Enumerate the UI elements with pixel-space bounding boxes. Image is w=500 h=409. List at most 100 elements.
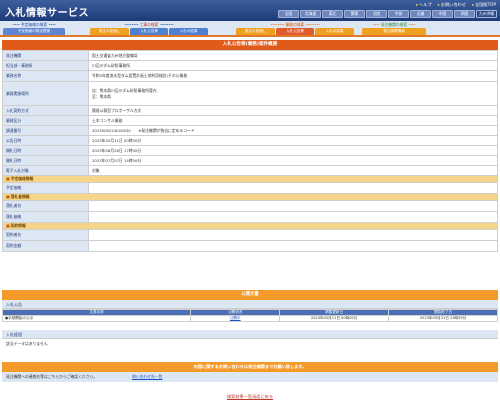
row-label: 落札価格	[2, 211, 89, 223]
table-row: 落札者名	[2, 200, 498, 212]
tab-koji-kekka[interactable]: 入札の結果	[169, 28, 208, 35]
nav-group-hacchu-kikan: •••• 発注機関の検索 •••• 発注機関情報	[362, 21, 426, 36]
tab-yotei-konkyo[interactable]: 予定価格の算定根拠	[3, 28, 65, 35]
nav-group-gyomu: •••••••• 業務の検索 •••••••• 発注の見通し 入札公告等 入札の…	[236, 21, 354, 36]
utility-links: ヘルプ お問い合わせ 全国版TOP	[416, 2, 496, 8]
row-value: 2023年05月11日 00時00分	[88, 135, 498, 146]
row-label: 電子入札対象	[2, 165, 89, 176]
panel-title: 入札公告等(業務)案件概要	[2, 40, 498, 50]
row-label: 契約金額	[2, 240, 89, 252]
tab-gyomu-mitoshi[interactable]: 発注の見通し	[236, 28, 275, 35]
row-label: 業務区分	[2, 115, 89, 126]
row-value: 令和5年度流水型ダム設置計画土地利用検討(その2)業務	[88, 70, 498, 82]
contact-link[interactable]: お問い合わせ	[438, 2, 466, 8]
region-tab-shikoku[interactable]: 四国	[454, 10, 475, 18]
table-row: 業務実施場所 自：熊本県川辺川ダム砂防事務所管内 至：熊本県	[2, 81, 498, 106]
nav-group-label: 業務の検索	[285, 22, 305, 27]
row-value	[88, 211, 498, 223]
row-label: 開札日時	[2, 145, 89, 156]
row-value	[88, 182, 498, 194]
doc-status-link[interactable]: 公開中	[230, 316, 241, 320]
row-label: 調達番号	[2, 125, 89, 136]
section-header-rakusatsu: 落札者情報	[2, 193, 498, 201]
row-value: 2023年06月26日 17時00分	[88, 145, 498, 156]
docs-title: 公開文書	[2, 290, 498, 300]
tab-koji-mitoshi[interactable]: 発注の見通し	[90, 28, 129, 35]
region-tab-hokuriku[interactable]: 北陸	[366, 10, 387, 18]
help-link[interactable]: ヘルプ	[416, 2, 432, 8]
back-to-results-link[interactable]: 検索結果一覧画面に戻る	[0, 394, 500, 400]
nav-group-yotei: •••• 予定価格の検索 •••• 予定価格の算定根拠	[3, 21, 65, 36]
region-tab-chubu[interactable]: 中部	[388, 10, 409, 18]
nav-group-label: 工事の検索	[139, 22, 159, 27]
main-navigation: •••• 予定価格の検索 •••• 予定価格の算定根拠 •••••••• 工事の…	[0, 21, 500, 36]
section-header-keiyaku: 契約情報	[2, 222, 498, 230]
row-value: 簡易公募型プロポーザル方式	[88, 105, 498, 116]
row-label: 落札者名	[2, 200, 89, 212]
tab-gyomu-kekka[interactable]: 入札の結果	[315, 28, 354, 35]
doc-end-date: 2023年05月31日 23時59分	[388, 315, 498, 322]
row-value	[88, 229, 498, 241]
row-label: 入札契約方式	[2, 105, 89, 116]
table-row: 担当部・事務所 川辺川ダム砂防事務所	[2, 60, 498, 71]
row-value: 対象	[88, 165, 498, 176]
nav-group-label: 予定価格の検索	[20, 22, 48, 27]
region-tab-kyushu[interactable]: 九州沖縄	[476, 10, 497, 18]
row-label: 契約者名	[2, 229, 89, 241]
section-title: 契約情報	[2, 222, 498, 230]
region-tab-tohoku[interactable]: 東北	[322, 10, 343, 18]
tab-gyomu-kokoku[interactable]: 入札公告等	[276, 28, 314, 35]
no-data-message: 該当データはありません	[6, 341, 48, 346]
region-tab-chugoku[interactable]: 中国	[432, 10, 453, 18]
section-title: 予定価格情報	[2, 175, 498, 183]
region-tab-kinki[interactable]: 近畿	[410, 10, 431, 18]
doc-status-cell: 公開中	[190, 315, 281, 322]
row-value: 2023年07月07日 14時00分	[88, 155, 498, 166]
doc-updated: 2023年05月11日 00時00分	[279, 315, 390, 322]
contact-list-link[interactable]: 問い合わせ先一覧	[132, 372, 162, 382]
row-value: 自：熊本県川辺川ダム砂防事務所管内 至：熊本県	[88, 81, 498, 106]
contact-row: 発注機関への連絡先等はこちらからご確認ください。 問い合わせ先一覧	[2, 372, 498, 382]
kekka-subheading: 入札経過	[2, 330, 498, 339]
region-tabs: 全国 北海道 東北 関東 北陸 中部 近畿 中国 四国 九州沖縄	[278, 10, 497, 18]
table-row: 発注機関 国土交通省九州地方整備局	[2, 50, 498, 61]
contact-notice-bar: 内容に関するお問い合わせは発注機関までお願い致します。	[2, 362, 498, 372]
table-row: 調達番号 2023005224002830 ※発注機関が独自に定めるコード	[2, 125, 498, 136]
row-label: 発注機関	[2, 50, 89, 61]
nav-group-label: 発注機関の検索	[380, 22, 408, 27]
doc-name: ●手続開始の公示	[1, 315, 192, 322]
region-tab-kanto[interactable]: 関東	[344, 10, 365, 18]
tab-hacchu-kikan[interactable]: 発注機関情報	[362, 28, 426, 35]
row-value: 国土交通省九州地方整備局	[88, 50, 498, 61]
site-title[interactable]: 入札情報サービス	[5, 4, 89, 19]
table-row: 電子入札対象 対象	[2, 165, 498, 176]
row-label: 開札日時	[2, 155, 89, 166]
row-value: 2023005224002830 ※発注機関が独自に定めるコード	[88, 125, 498, 136]
national-top-link[interactable]: 全国版TOP	[472, 2, 496, 8]
documents-table: 文書名称 公開状況 掲載更新日 閲覧終了日 ●手続開始の公示 公開中 2023年…	[1, 309, 498, 322]
row-value: 川辺川ダム砂防事務所	[88, 60, 498, 71]
row-label: 公告日時	[2, 135, 89, 146]
row-value	[88, 240, 498, 252]
table-row: 予定価格	[2, 182, 498, 194]
row-label: 担当部・事務所	[2, 60, 89, 71]
table-row: 契約金額	[2, 240, 498, 252]
nav-group-koji: •••••••• 工事の検索 •••••••• 発注の見通し 入札公告等 入札の…	[90, 21, 208, 36]
table-row: 業務区分 土木コンサル業務	[2, 115, 498, 126]
row-label: 予定価格	[2, 182, 89, 194]
case-summary-panel: 入札公告等(業務)案件概要 発注機関 国土交通省九州地方整備局 担当部・事務所 …	[2, 40, 498, 252]
nav-divider	[0, 35, 500, 37]
table-row: 入札契約方式 簡易公募型プロポーザル方式	[2, 105, 498, 116]
row-label: 業務実施場所	[2, 81, 89, 106]
tab-koji-kokoku[interactable]: 入札公告等	[130, 28, 168, 35]
region-tab-hokkaido[interactable]: 北海道	[300, 10, 321, 18]
row-value	[88, 200, 498, 212]
contact-text: 発注機関への連絡先等はこちらからご確認ください。	[6, 374, 98, 379]
case-summary-table: 発注機関 国土交通省九州地方整備局 担当部・事務所 川辺川ダム砂防事務所 業務名…	[2, 50, 498, 252]
public-documents-panel: 公開文書 入札公告 文書名称 公開状況 掲載更新日 閲覧終了日 ●手続開始の公示…	[1, 290, 498, 346]
region-tab-zenkoku[interactable]: 全国	[278, 10, 299, 18]
site-header: 入札情報サービス ヘルプ お問い合わせ 全国版TOP 全国 北海道 東北 関東 …	[0, 0, 500, 21]
kokoku-subheading: 入札公告	[2, 300, 498, 309]
row-value: 土木コンサル業務	[88, 115, 498, 126]
table-row: 業務名称 令和5年度流水型ダム設置計画土地利用検討(その2)業務	[2, 70, 498, 82]
